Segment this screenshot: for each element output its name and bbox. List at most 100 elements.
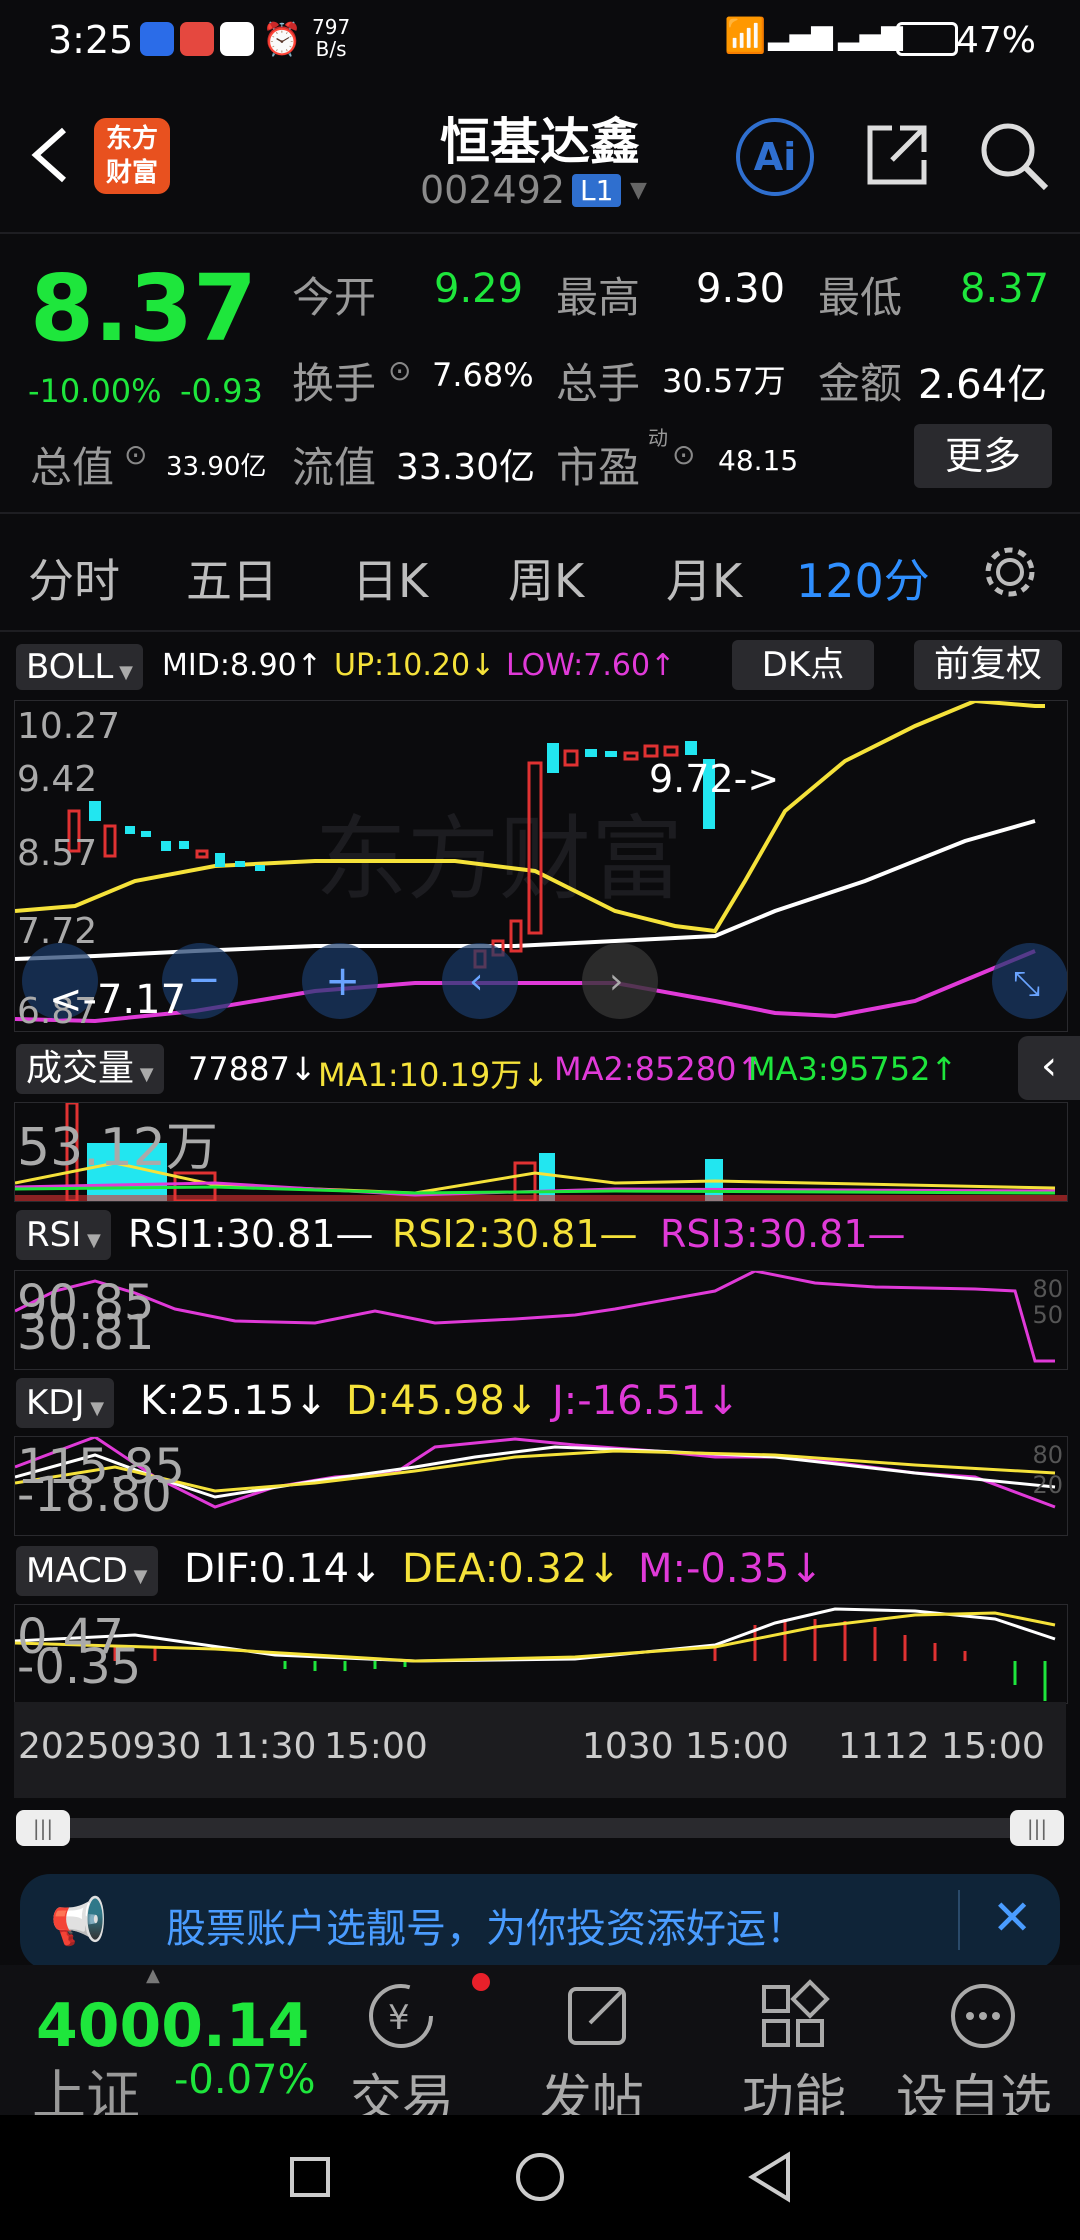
divider	[0, 630, 1080, 632]
recents-button[interactable]	[290, 2157, 330, 2197]
vol-ma2: MA2:85280↑	[554, 1050, 764, 1088]
rsi-selector[interactable]: RSI ▼	[16, 1210, 111, 1260]
macd-chart[interactable]: 0.47 -0.35	[14, 1604, 1068, 1704]
tab-monthly[interactable]: 月K	[666, 545, 742, 611]
info-icon[interactable]: ⊙	[388, 354, 411, 387]
tab-weekly[interactable]: 周K	[508, 545, 584, 611]
current-price: 8.37	[30, 255, 257, 362]
promo-banner[interactable]: 📢 股票账户选靓号，为你投资添好运！ ✕	[20, 1874, 1060, 1970]
kdj-tick: -18.80	[17, 1467, 172, 1523]
functions-icon[interactable]	[756, 1979, 830, 2053]
rsi3: RSI3:30.81—	[660, 1212, 906, 1256]
volume-selector[interactable]: 成交量 ▼	[16, 1044, 164, 1094]
volume-chart[interactable]: 53.12万	[14, 1102, 1068, 1202]
date-label: 1112 15:00	[838, 1726, 1045, 1767]
low-value: 8.37	[960, 266, 1050, 312]
share-icon[interactable]	[862, 120, 932, 190]
info-icon[interactable]: ⊙	[672, 438, 695, 471]
level-dropdown-icon[interactable]: ▼	[630, 178, 647, 203]
tab-five-day[interactable]: 五日	[186, 545, 278, 611]
open-value: 9.29	[434, 266, 524, 312]
home-button[interactable]	[516, 2153, 564, 2201]
tab-120min[interactable]: 120分	[796, 545, 930, 611]
net-speed: 797 B/s	[312, 15, 351, 61]
range-handle-right[interactable]: |||	[1010, 1810, 1064, 1846]
expand-icon[interactable]: ▲	[146, 1965, 160, 1986]
pe-value: 48.15	[718, 444, 799, 477]
boll-up: UP:10.20↓	[334, 648, 496, 683]
watchlist-icon[interactable]	[946, 1979, 1020, 2053]
date-label: 1030 15:00	[582, 1726, 789, 1767]
macd-m: M:-0.35↓	[638, 1546, 823, 1592]
low-marker: <-7.17	[49, 977, 187, 1023]
bottom-nav: ▲ 4000.14 上证 -0.07% ¥ 交易 发帖 功能 设自选	[0, 1965, 1080, 2130]
turnover-value: 7.68%	[432, 356, 534, 394]
divider	[0, 512, 1080, 514]
high-value: 9.30	[696, 266, 786, 312]
turnover-label: 换手	[292, 359, 377, 408]
pe-label: 市盈	[556, 443, 641, 492]
vol-ma1: MA1:10.19万↓	[318, 1056, 550, 1094]
adjust-button[interactable]: 前复权	[914, 640, 1062, 690]
rsi-tick: 30.81	[17, 1305, 155, 1361]
range-handle-left[interactable]: |||	[16, 1810, 70, 1846]
index-change: -0.07%	[174, 2057, 316, 2103]
kdj-selector[interactable]: KDJ ▼	[16, 1378, 115, 1428]
kdj-chart[interactable]: 115.85 -18.80 80 20	[14, 1436, 1068, 1536]
date-label: 20250930 11:30	[18, 1726, 317, 1767]
more-button[interactable]: 更多	[914, 424, 1052, 488]
svg-text:‹: ‹	[469, 961, 483, 1002]
float-value: 33.30亿	[396, 447, 536, 488]
range-scrollbar[interactable]	[30, 1818, 1050, 1838]
boll-selector[interactable]: BOLL ▼	[16, 644, 143, 690]
collapse-panel-button[interactable]: ‹	[1018, 1036, 1080, 1100]
change-percent: -10.00%	[28, 372, 162, 410]
volume-tick: 53.12万	[17, 1118, 218, 1178]
close-icon[interactable]: ✕	[992, 1890, 1032, 1946]
volume-label: 总手	[556, 359, 641, 408]
kdj-k: K:25.15↓	[140, 1378, 328, 1424]
kdj-j: J:-16.51↓	[552, 1378, 740, 1424]
settings-gear-icon[interactable]	[980, 542, 1040, 602]
amount-label: 金额	[818, 359, 903, 408]
tab-daily[interactable]: 日K	[352, 545, 428, 611]
low-label: 最低	[818, 273, 903, 322]
macd-selector[interactable]: MACD ▼	[16, 1546, 158, 1596]
kdj-d: D:45.98↓	[346, 1378, 539, 1424]
rsi2: RSI2:30.81—	[392, 1212, 638, 1256]
status-bar: 3:25 ⏰ 797 B/s 📶 ▂▄▆ ▂▄▆ 47%	[0, 0, 1080, 84]
wifi-icon: 📶	[724, 16, 767, 56]
banner-text: 股票账户选靓号，为你投资添好运！	[166, 1906, 806, 1952]
volume-now: 77887↓	[188, 1050, 317, 1088]
high-label: 最高	[556, 273, 641, 322]
stock-code: 002492	[420, 168, 566, 212]
tab-intraday[interactable]: 分时	[28, 545, 120, 611]
svg-text:−: −	[187, 957, 221, 1003]
boll-mid: MID:8.90↑	[162, 648, 322, 683]
pe-sup: 动	[648, 426, 668, 450]
boll-low: LOW:7.60↑	[506, 648, 676, 683]
price-axis: 10.27	[17, 706, 121, 747]
system-nav-bar	[0, 2115, 1080, 2240]
date-label: 15:00	[324, 1726, 428, 1767]
price-tick: 9.42	[17, 759, 98, 800]
signal-2-icon: ▂▄▆	[838, 18, 903, 51]
macd-tick: -0.35	[17, 1639, 142, 1695]
huawei-notification-icon	[180, 22, 214, 56]
ai-button[interactable]: Ai	[736, 118, 814, 196]
dk-point-button[interactable]: DK点	[732, 640, 874, 690]
trade-icon[interactable]: ¥	[364, 1979, 438, 2053]
svg-text:+: +	[325, 956, 360, 1005]
rsi-right-tick: 80	[1032, 1275, 1063, 1303]
back-nav-button[interactable]	[744, 2151, 794, 2203]
svg-text:⤡: ⤡	[1013, 964, 1040, 1004]
search-icon[interactable]	[976, 118, 1052, 194]
float-label: 流值	[292, 443, 377, 492]
divider	[0, 232, 1080, 234]
kline-chart[interactable]: 东方财富 − + ‹ › ⤡ 10.27 9.42 8.57 7.72 6.87…	[14, 700, 1068, 1032]
rsi-chart[interactable]: 90.85 30.81 80 50	[14, 1270, 1068, 1370]
battery-icon	[896, 22, 958, 56]
level-badge[interactable]: L1	[572, 174, 622, 207]
post-icon[interactable]	[562, 1979, 636, 2053]
info-icon[interactable]: ⊙	[124, 438, 147, 471]
